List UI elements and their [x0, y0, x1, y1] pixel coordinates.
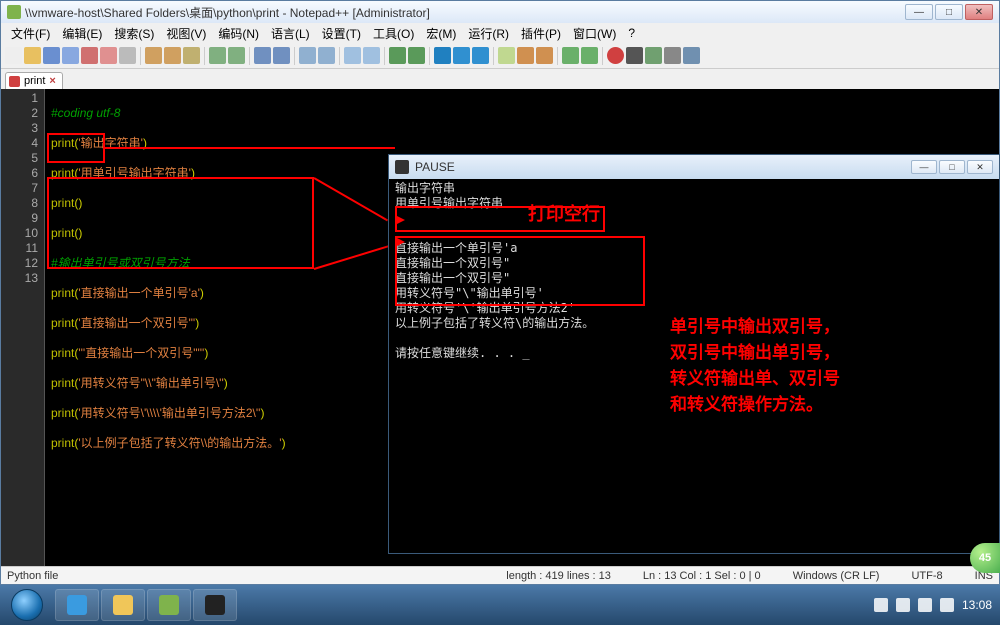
status-encoding: UTF-8 — [911, 570, 942, 582]
new-icon[interactable] — [5, 47, 22, 64]
tray-clock[interactable]: 13:08 — [962, 598, 992, 612]
annotation-text-l4: 和转义符操作方法。 — [670, 392, 840, 418]
tab-label: print — [24, 75, 45, 87]
titlebar[interactable]: \\vmware-host\Shared Folders\桌面\python\p… — [1, 1, 999, 23]
close-icon[interactable] — [81, 47, 98, 64]
replace-icon[interactable] — [273, 47, 290, 64]
docmap-icon[interactable] — [472, 47, 489, 64]
tab-print[interactable]: print × — [5, 72, 63, 89]
annotation-arrow-line-1 — [105, 147, 395, 149]
arrowhead-2 — [395, 237, 405, 247]
console-title: PAUSE — [415, 160, 455, 174]
status-position: Ln : 13 Col : 1 Sel : 0 | 0 — [643, 570, 761, 582]
taskbar-notepadpp[interactable] — [147, 589, 191, 621]
annotation-box-quote-methods — [47, 177, 314, 269]
annotation-text-l1: 单引号中输出双引号， — [670, 314, 840, 340]
zoomout-icon[interactable] — [318, 47, 335, 64]
paste-icon[interactable] — [183, 47, 200, 64]
savemacro-icon[interactable] — [683, 47, 700, 64]
taskbar-ie[interactable] — [55, 589, 99, 621]
toolbar — [1, 43, 999, 69]
fold-icon[interactable] — [517, 47, 534, 64]
console-maximize-button[interactable]: □ — [939, 160, 965, 174]
cut-icon[interactable] — [145, 47, 162, 64]
menu-file[interactable]: 文件(F) — [5, 23, 56, 44]
annotation-text-blanklines: 打印空行 — [528, 200, 600, 226]
tray-sound-icon[interactable] — [918, 598, 932, 612]
menu-language[interactable]: 语言(L) — [265, 23, 316, 44]
status-eol: Windows (CR LF) — [793, 570, 880, 582]
menubar: 文件(F) 编辑(E) 搜索(S) 视图(V) 编码(N) 语言(L) 设置(T… — [1, 23, 999, 43]
playmulti-icon[interactable] — [664, 47, 681, 64]
record-icon[interactable] — [607, 47, 624, 64]
sync-icon[interactable] — [344, 47, 361, 64]
tray-flag-icon[interactable] — [874, 598, 888, 612]
open-icon[interactable] — [24, 47, 41, 64]
uncomment-icon[interactable] — [581, 47, 598, 64]
redo-icon[interactable] — [228, 47, 245, 64]
folder-icon[interactable] — [434, 47, 451, 64]
saveall-icon[interactable] — [62, 47, 79, 64]
annotation-box-output — [395, 236, 645, 306]
zoomin-icon[interactable] — [299, 47, 316, 64]
system-tray: 13:08 — [874, 598, 1000, 612]
save-icon[interactable] — [43, 47, 60, 64]
arrowhead-1 — [395, 215, 405, 225]
maximize-button[interactable]: □ — [935, 4, 963, 20]
taskbar: 13:08 — [0, 585, 1000, 625]
tray-ime-icon[interactable] — [940, 598, 954, 612]
copy-icon[interactable] — [164, 47, 181, 64]
windows-orb-icon — [11, 589, 43, 621]
closeall-icon[interactable] — [100, 47, 117, 64]
menu-run[interactable]: 运行(R) — [462, 23, 515, 44]
menu-macro[interactable]: 宏(M) — [420, 23, 462, 44]
menu-view[interactable]: 视图(V) — [160, 23, 212, 44]
menu-help[interactable]: ? — [622, 24, 641, 42]
funclist-icon[interactable] — [453, 47, 470, 64]
close-button[interactable]: ✕ — [965, 4, 993, 20]
menu-encoding[interactable]: 编码(N) — [212, 23, 265, 44]
menu-tools[interactable]: 工具(O) — [367, 23, 420, 44]
console-titlebar[interactable]: PAUSE — □ ✕ — [389, 155, 999, 179]
green-fab-button[interactable]: 45 — [970, 543, 1000, 573]
annotation-text-l3: 转义符输出单、双引号 — [670, 366, 840, 392]
minimize-button[interactable]: — — [905, 4, 933, 20]
status-filetype: Python file — [7, 570, 58, 582]
unfold-icon[interactable] — [536, 47, 553, 64]
find-icon[interactable] — [254, 47, 271, 64]
allchars-icon[interactable] — [389, 47, 406, 64]
start-button[interactable] — [0, 585, 54, 625]
console-minimize-button[interactable]: — — [911, 160, 937, 174]
annotation-box-empty-prints — [47, 133, 105, 163]
tray-network-icon[interactable] — [896, 598, 910, 612]
menu-plugins[interactable]: 插件(P) — [515, 23, 567, 44]
taskbar-explorer[interactable] — [101, 589, 145, 621]
console-close-button[interactable]: ✕ — [967, 160, 993, 174]
annotation-text-l2: 双引号中输出单引号， — [670, 340, 840, 366]
line-gutter: 123 456 789 101112 13 — [1, 89, 45, 567]
console-icon — [395, 160, 409, 174]
menu-search[interactable]: 搜索(S) — [108, 23, 160, 44]
statusbar: Python file length : 419 lines : 13 Ln :… — [1, 566, 999, 584]
print-icon[interactable] — [119, 47, 136, 64]
menu-window[interactable]: 窗口(W) — [567, 23, 622, 44]
stop-icon[interactable] — [626, 47, 643, 64]
taskbar-cmd[interactable] — [193, 589, 237, 621]
wrap-icon[interactable] — [363, 47, 380, 64]
tab-close-icon[interactable]: × — [49, 75, 55, 87]
indent-icon[interactable] — [408, 47, 425, 64]
tab-bar: print × — [1, 69, 999, 89]
window-title: \\vmware-host\Shared Folders\桌面\python\p… — [25, 4, 430, 21]
menu-settings[interactable]: 设置(T) — [316, 23, 367, 44]
play-icon[interactable] — [645, 47, 662, 64]
comment-icon[interactable] — [562, 47, 579, 64]
status-length: length : 419 lines : 13 — [506, 570, 611, 582]
app-icon — [7, 5, 21, 19]
menu-edit[interactable]: 编辑(E) — [56, 23, 108, 44]
undo-icon[interactable] — [209, 47, 226, 64]
monitor-icon[interactable] — [498, 47, 515, 64]
